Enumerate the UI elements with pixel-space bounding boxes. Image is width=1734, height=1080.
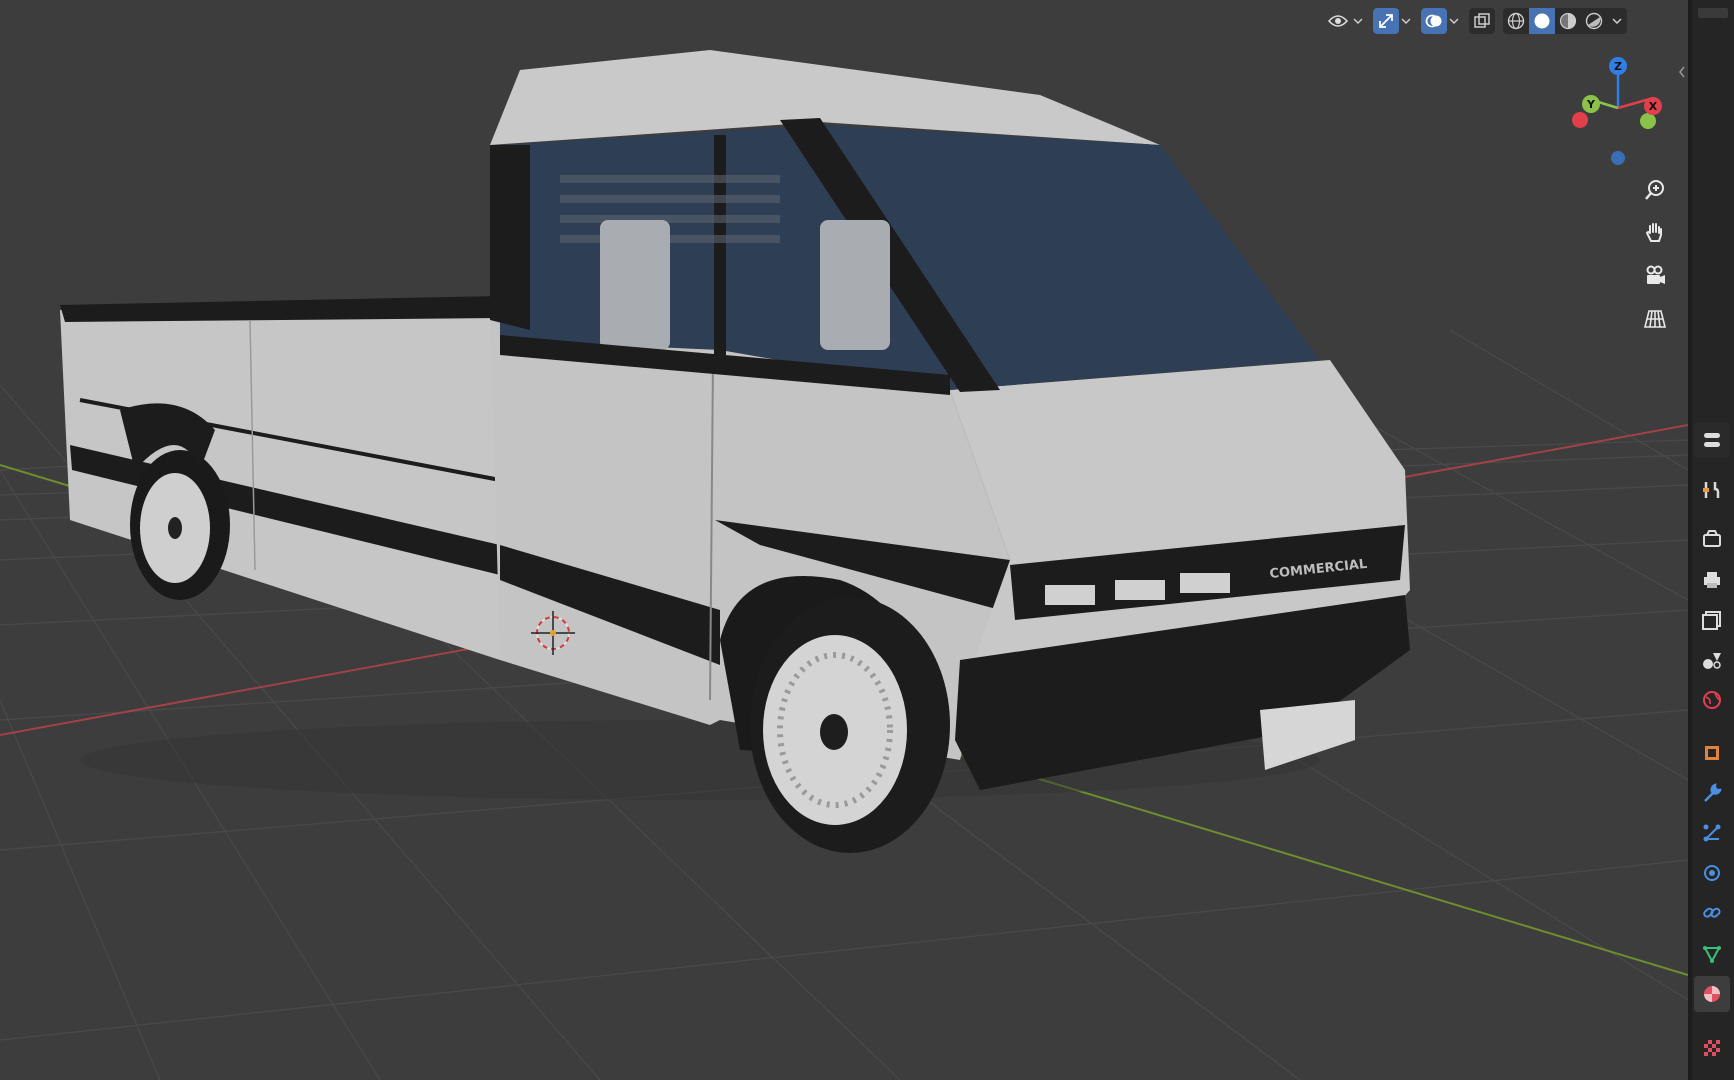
physics-icon[interactable] <box>1694 855 1730 891</box>
constraint-icon[interactable] <box>1694 895 1730 931</box>
shading-dropdown[interactable] <box>1607 8 1627 34</box>
image-stack-icon[interactable] <box>1694 602 1730 638</box>
gizmo-y-label: Y <box>1586 98 1596 111</box>
material-sphere-icon[interactable] <box>1555 8 1581 34</box>
xray-icon[interactable] <box>1469 8 1495 34</box>
grid-perspective-icon[interactable] <box>1637 301 1673 337</box>
seat-left <box>600 220 670 350</box>
material-icon[interactable] <box>1694 976 1730 1012</box>
hand-icon[interactable] <box>1637 215 1673 251</box>
shading-modes <box>1503 8 1627 34</box>
overlay-circles-icon[interactable] <box>1421 8 1447 34</box>
rendered-sphere-icon[interactable] <box>1581 8 1607 34</box>
overlay-dropdown[interactable] <box>1447 8 1461 34</box>
checker-texture-icon[interactable] <box>1694 1030 1730 1066</box>
navigation-gizmo[interactable]: Z Y X <box>1560 50 1680 170</box>
3d-viewport[interactable]: COMMERCIAL Z Y X <box>0 0 1688 1080</box>
gizmo-neg-z[interactable] <box>1611 151 1625 165</box>
world-icon[interactable] <box>1694 682 1730 718</box>
particles-icon[interactable] <box>1694 815 1730 851</box>
gizmo-neg-x[interactable] <box>1572 112 1588 128</box>
object-cube-icon[interactable] <box>1694 735 1730 771</box>
sidebar-collapse-chevron-icon[interactable] <box>1676 62 1688 82</box>
camera-icon[interactable] <box>1637 258 1673 294</box>
wireframe-sphere-icon[interactable] <box>1503 8 1529 34</box>
render-camera-icon[interactable] <box>1694 521 1730 557</box>
viewport-header-tools <box>1325 6 1627 36</box>
viewport-scene[interactable]: COMMERCIAL <box>0 0 1688 1080</box>
gizmo-neg-y[interactable] <box>1640 113 1656 129</box>
seat-right <box>820 220 890 350</box>
solid-sphere-icon[interactable] <box>1529 8 1555 34</box>
gizmo-arrows-icon[interactable] <box>1373 8 1399 34</box>
zoom-in-icon[interactable] <box>1637 172 1673 208</box>
visibility-dropdown[interactable] <box>1351 8 1365 34</box>
gizmo-x-label: X <box>1649 100 1658 113</box>
truck-model[interactable]: COMMERCIAL <box>60 50 1410 853</box>
printer-icon[interactable] <box>1694 562 1730 598</box>
mesh-data-icon[interactable] <box>1694 936 1730 972</box>
tool-icon[interactable] <box>1694 472 1730 508</box>
gizmo-z-label: Z <box>1614 60 1622 73</box>
properties-editor-tabs <box>1688 0 1734 1080</box>
properties-options-icon[interactable] <box>1694 422 1730 458</box>
eye-icon[interactable] <box>1325 8 1351 34</box>
rear-wheel <box>130 450 230 600</box>
scene-icon[interactable] <box>1694 642 1730 678</box>
wrench-icon[interactable] <box>1694 775 1730 811</box>
gizmo-dropdown[interactable] <box>1399 8 1413 34</box>
